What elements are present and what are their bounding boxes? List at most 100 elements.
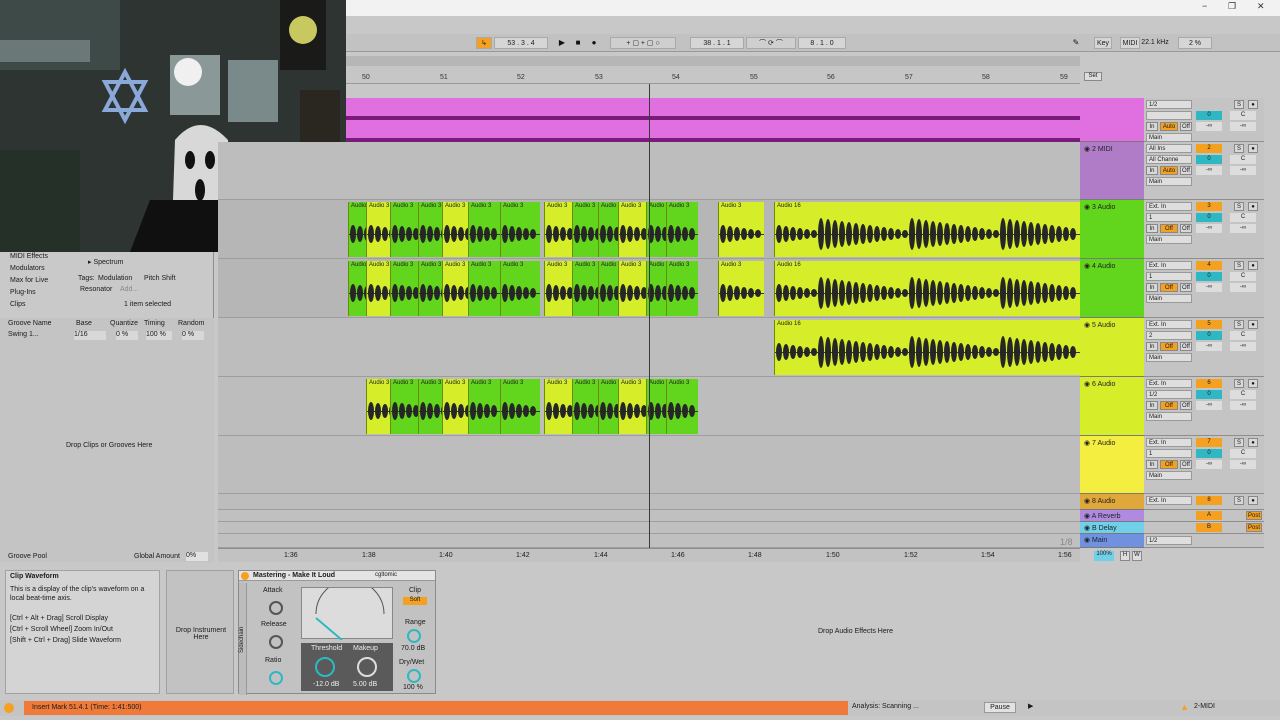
track-name[interactable]: ◉ 8 Audio xyxy=(1084,497,1115,505)
monitor-off-button[interactable]: Off xyxy=(1180,283,1192,292)
output-select[interactable]: Main xyxy=(1146,133,1192,142)
draw-mode-icon[interactable]: ✎ xyxy=(1070,37,1082,49)
input-channel-select[interactable]: All Channe xyxy=(1146,155,1192,164)
audio-clip[interactable]: Audio 3 xyxy=(666,261,698,316)
track-activator[interactable]: 8 xyxy=(1196,496,1222,505)
browser-item-midi-effects[interactable]: MIDI Effects xyxy=(10,253,48,260)
threshold-knob[interactable] xyxy=(315,657,335,677)
send-a-value[interactable]: -∞ xyxy=(1196,166,1222,175)
audio-clip[interactable]: Audio 3 xyxy=(500,379,540,434)
volume-value[interactable]: 0 xyxy=(1196,111,1222,120)
volume-value[interactable]: 0 xyxy=(1196,272,1222,281)
audio-clip[interactable]: Audio 3 xyxy=(718,261,764,316)
groove-row-base[interactable]: 1/16 xyxy=(74,331,106,340)
send-b-value[interactable]: -∞ xyxy=(1230,401,1256,410)
input-type-select[interactable]: Ext. In xyxy=(1146,320,1192,329)
post-button[interactable]: Post xyxy=(1246,511,1262,520)
audio-clip[interactable]: Audio 3 xyxy=(500,202,540,257)
output-select[interactable]: Main xyxy=(1146,412,1192,421)
audio-clip[interactable]: Audio 3 xyxy=(468,202,502,257)
audio-clip[interactable]: Audio 3 xyxy=(544,202,574,257)
arm-button[interactable]: ● xyxy=(1248,100,1258,109)
output-select[interactable]: Main xyxy=(1146,294,1192,303)
audio-clip[interactable]: Audio 3 xyxy=(544,379,574,434)
input-type-select[interactable]: Ext. In xyxy=(1146,438,1192,447)
play-icon[interactable]: ▶ xyxy=(556,37,568,49)
monitor-auto-button[interactable]: Off xyxy=(1160,283,1178,292)
arm-button[interactable]: ● xyxy=(1248,261,1258,270)
send-a-value[interactable]: -∞ xyxy=(1196,460,1222,469)
monitor-auto-button[interactable]: Off xyxy=(1160,460,1178,469)
groove-row-timing[interactable]: 100 % xyxy=(146,331,172,340)
browser-item-max-for-live[interactable]: Max for Live xyxy=(10,277,48,284)
audio-clip[interactable] xyxy=(346,98,1080,142)
track-activator[interactable]: 6 xyxy=(1196,379,1222,388)
monitor-auto-button[interactable]: Off xyxy=(1160,224,1178,233)
send-b-value[interactable]: -∞ xyxy=(1230,342,1256,351)
scrub-area[interactable] xyxy=(346,56,1080,66)
set-button[interactable]: Set xyxy=(1084,72,1102,81)
arm-button[interactable]: ● xyxy=(1248,202,1258,211)
track-activator[interactable]: 7 xyxy=(1196,438,1222,447)
volume-value[interactable]: 0 xyxy=(1196,390,1222,399)
solo-button[interactable]: S xyxy=(1234,320,1244,329)
send-a-value[interactable]: -∞ xyxy=(1196,342,1222,351)
track-header-2[interactable]: ◉ 2 MIDI xyxy=(1080,142,1144,200)
soft-clip-toggle[interactable]: Soft xyxy=(403,597,427,605)
loop-controls[interactable]: ⌒ ⟳ ⌒ xyxy=(746,37,796,49)
track-name[interactable]: ◉ 7 Audio xyxy=(1084,439,1115,447)
volume-value[interactable]: 0 xyxy=(1196,213,1222,222)
pan-value[interactable]: C xyxy=(1230,111,1256,120)
input-type-select[interactable]: Ext. In xyxy=(1146,202,1192,211)
input-type-select[interactable]: Ext. In xyxy=(1146,261,1192,270)
time-ruler[interactable]: 1:36 1:38 1:40 1:42 1:44 1:46 1:48 1:50 … xyxy=(218,537,1080,562)
instrument-drop-zone[interactable]: Drop Instrument Here xyxy=(166,570,234,694)
audio-clip[interactable]: Audio 3 xyxy=(666,379,698,434)
sidechain-strip[interactable]: Sidechain xyxy=(239,583,247,695)
loop-start[interactable]: 38 . 1 . 1 xyxy=(690,37,744,49)
groove-row-name[interactable]: Swing 1... xyxy=(8,331,39,338)
stop-icon[interactable]: ■ xyxy=(572,37,584,49)
pause-button[interactable]: Pause xyxy=(984,702,1016,713)
audio-clip[interactable]: Audio 16 xyxy=(774,261,1080,316)
track-activator[interactable]: 4 xyxy=(1196,261,1222,270)
audio-clip[interactable]: Audio 3 xyxy=(666,202,698,257)
pan-value[interactable]: C xyxy=(1230,331,1256,340)
audio-clip[interactable]: Audio 3 xyxy=(500,261,540,316)
track-activator[interactable]: 5 xyxy=(1196,320,1222,329)
follow-button[interactable]: ↳ xyxy=(476,37,492,49)
monitor-in-button[interactable]: In xyxy=(1146,283,1158,292)
overdub-controls[interactable]: + ▢ + ▢ ○ xyxy=(610,37,676,49)
attack-knob[interactable] xyxy=(269,601,283,615)
input-type-select[interactable]: All Ins xyxy=(1146,144,1192,153)
output-select[interactable]: Main xyxy=(1146,177,1192,186)
solo-button[interactable]: S xyxy=(1234,379,1244,388)
solo-button[interactable]: S xyxy=(1234,100,1244,109)
drywet-knob[interactable] xyxy=(407,669,421,683)
song-position[interactable]: 53 . 3 . 4 xyxy=(494,37,548,49)
return-name[interactable]: ◉ B Delay xyxy=(1084,524,1117,532)
track-header-3[interactable]: ◉ 3 Audio xyxy=(1080,200,1144,259)
monitor-in-button[interactable]: In xyxy=(1146,342,1158,351)
pan-value[interactable]: C xyxy=(1230,390,1256,399)
h-button[interactable]: H xyxy=(1120,551,1130,561)
input-channel-select[interactable]: 2 xyxy=(1146,331,1192,340)
monitor-off-button[interactable]: Off xyxy=(1180,460,1192,469)
minimize-icon[interactable]: − xyxy=(1202,1,1207,11)
makeup-knob[interactable] xyxy=(357,657,377,677)
monitor-in-button[interactable]: In xyxy=(1146,401,1158,410)
send-a-value[interactable]: -∞ xyxy=(1196,122,1222,131)
send-a-value[interactable]: -∞ xyxy=(1196,283,1222,292)
monitor-in-button[interactable]: In xyxy=(1146,122,1158,131)
track-header-5[interactable]: ◉ 5 Audio xyxy=(1080,318,1144,377)
solo-button[interactable]: S xyxy=(1234,438,1244,447)
solo-button[interactable]: S xyxy=(1234,202,1244,211)
audio-clip[interactable]: Audio 3 xyxy=(718,202,764,257)
track-name[interactable]: ◉ 2 MIDI xyxy=(1084,145,1113,153)
monitor-off-button[interactable]: Off xyxy=(1180,224,1192,233)
monitor-auto-button[interactable]: Auto xyxy=(1160,166,1178,175)
output-select[interactable]: Main xyxy=(1146,471,1192,480)
device-title-bar[interactable]: Mastering - Make It Loud cgltomic xyxy=(239,571,435,581)
volume-value[interactable]: 0 xyxy=(1196,155,1222,164)
record-icon[interactable]: ● xyxy=(588,37,600,49)
